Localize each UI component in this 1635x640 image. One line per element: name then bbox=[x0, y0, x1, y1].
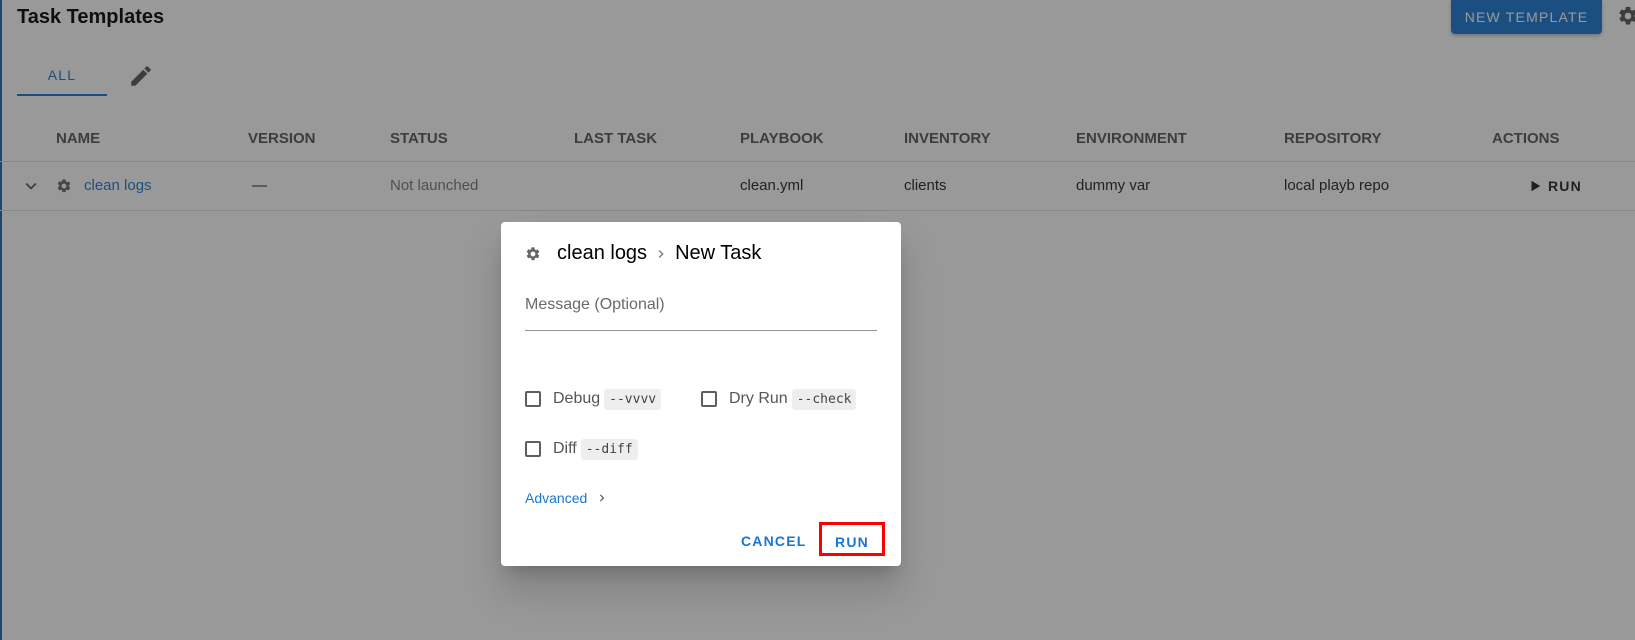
message-placeholder: Message (Optional) bbox=[525, 296, 665, 313]
dialog-template-name: clean logs bbox=[557, 242, 648, 264]
run-button[interactable]: RUN bbox=[819, 522, 885, 556]
diff-flag: --diff bbox=[580, 438, 638, 460]
dry-run-flag: --check bbox=[791, 388, 857, 410]
gear-icon bbox=[526, 247, 540, 261]
advanced-label: Advanced bbox=[525, 490, 588, 506]
dry-run-option[interactable]: Dry Run --check bbox=[701, 385, 857, 413]
new-task-dialog: clean logs New Task Message (Optional) D… bbox=[501, 222, 901, 566]
debug-flag: --vvvv bbox=[604, 388, 662, 410]
debug-option[interactable]: Debug --vvvv bbox=[525, 385, 662, 413]
diff-option[interactable]: Diff --diff bbox=[525, 435, 638, 463]
advanced-toggle[interactable]: Advanced bbox=[525, 490, 609, 506]
chevron-right-icon bbox=[600, 494, 605, 502]
cancel-button[interactable]: CANCEL bbox=[741, 526, 807, 556]
dialog-task-title: New Task bbox=[675, 242, 762, 264]
diff-checkbox[interactable] bbox=[525, 441, 541, 457]
debug-label: Debug bbox=[553, 390, 601, 407]
dry-run-checkbox[interactable] bbox=[701, 391, 717, 407]
dialog-title: clean logs New Task bbox=[557, 242, 761, 265]
diff-label: Diff bbox=[553, 440, 577, 457]
page: Task Templates NEW TEMPLATE ALL NAME VER… bbox=[0, 0, 1635, 640]
debug-checkbox[interactable] bbox=[525, 391, 541, 407]
dry-run-label: Dry Run bbox=[729, 390, 788, 407]
message-input[interactable]: Message (Optional) bbox=[525, 288, 877, 331]
chevron-right-icon bbox=[658, 249, 664, 258]
